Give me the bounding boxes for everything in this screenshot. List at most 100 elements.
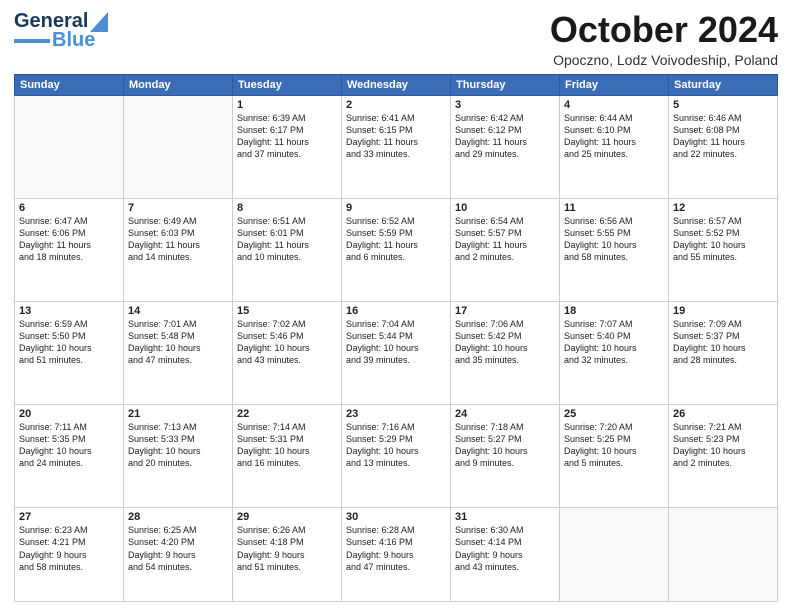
day-info: Sunrise: 6:28 AM Sunset: 4:16 PM Dayligh… (346, 524, 446, 573)
day-info: Sunrise: 7:18 AM Sunset: 5:27 PM Dayligh… (455, 421, 555, 470)
day-number: 4 (564, 99, 664, 111)
calendar-cell: 14Sunrise: 7:01 AM Sunset: 5:48 PM Dayli… (124, 301, 233, 404)
calendar-cell: 9Sunrise: 6:52 AM Sunset: 5:59 PM Daylig… (342, 198, 451, 301)
calendar-cell: 30Sunrise: 6:28 AM Sunset: 4:16 PM Dayli… (342, 508, 451, 602)
calendar-week-row: 20Sunrise: 7:11 AM Sunset: 5:35 PM Dayli… (15, 405, 778, 508)
day-info: Sunrise: 7:06 AM Sunset: 5:42 PM Dayligh… (455, 318, 555, 367)
calendar-cell: 28Sunrise: 6:25 AM Sunset: 4:20 PM Dayli… (124, 508, 233, 602)
calendar-cell: 29Sunrise: 6:26 AM Sunset: 4:18 PM Dayli… (233, 508, 342, 602)
calendar-cell: 10Sunrise: 6:54 AM Sunset: 5:57 PM Dayli… (451, 198, 560, 301)
day-number: 29 (237, 511, 337, 523)
calendar-cell: 16Sunrise: 7:04 AM Sunset: 5:44 PM Dayli… (342, 301, 451, 404)
day-info: Sunrise: 6:47 AM Sunset: 6:06 PM Dayligh… (19, 215, 119, 264)
calendar-cell: 31Sunrise: 6:30 AM Sunset: 4:14 PM Dayli… (451, 508, 560, 602)
calendar-cell: 1Sunrise: 6:39 AM Sunset: 6:17 PM Daylig… (233, 95, 342, 198)
calendar-cell (560, 508, 669, 602)
month-title: October 2024 (550, 10, 778, 50)
day-number: 9 (346, 202, 446, 214)
day-number: 12 (673, 202, 773, 214)
day-number: 18 (564, 305, 664, 317)
calendar-cell: 18Sunrise: 7:07 AM Sunset: 5:40 PM Dayli… (560, 301, 669, 404)
day-info: Sunrise: 6:49 AM Sunset: 6:03 PM Dayligh… (128, 215, 228, 264)
weekday-header-saturday: Saturday (669, 74, 778, 95)
calendar-cell (669, 508, 778, 602)
calendar-cell: 2Sunrise: 6:41 AM Sunset: 6:15 PM Daylig… (342, 95, 451, 198)
day-number: 28 (128, 511, 228, 523)
calendar-cell: 11Sunrise: 6:56 AM Sunset: 5:55 PM Dayli… (560, 198, 669, 301)
calendar-cell: 23Sunrise: 7:16 AM Sunset: 5:29 PM Dayli… (342, 405, 451, 508)
calendar-cell: 7Sunrise: 6:49 AM Sunset: 6:03 PM Daylig… (124, 198, 233, 301)
day-number: 2 (346, 99, 446, 111)
calendar-cell: 21Sunrise: 7:13 AM Sunset: 5:33 PM Dayli… (124, 405, 233, 508)
day-number: 15 (237, 305, 337, 317)
calendar-cell: 8Sunrise: 6:51 AM Sunset: 6:01 PM Daylig… (233, 198, 342, 301)
day-number: 20 (19, 408, 119, 420)
day-info: Sunrise: 7:13 AM Sunset: 5:33 PM Dayligh… (128, 421, 228, 470)
calendar-week-row: 1Sunrise: 6:39 AM Sunset: 6:17 PM Daylig… (15, 95, 778, 198)
day-info: Sunrise: 7:20 AM Sunset: 5:25 PM Dayligh… (564, 421, 664, 470)
day-info: Sunrise: 7:14 AM Sunset: 5:31 PM Dayligh… (237, 421, 337, 470)
calendar-cell (15, 95, 124, 198)
logo: General Blue (14, 10, 110, 52)
day-info: Sunrise: 7:16 AM Sunset: 5:29 PM Dayligh… (346, 421, 446, 470)
day-info: Sunrise: 7:02 AM Sunset: 5:46 PM Dayligh… (237, 318, 337, 367)
weekday-header-monday: Monday (124, 74, 233, 95)
day-info: Sunrise: 6:46 AM Sunset: 6:08 PM Dayligh… (673, 112, 773, 161)
calendar-cell: 4Sunrise: 6:44 AM Sunset: 6:10 PM Daylig… (560, 95, 669, 198)
day-info: Sunrise: 7:21 AM Sunset: 5:23 PM Dayligh… (673, 421, 773, 470)
calendar-cell: 5Sunrise: 6:46 AM Sunset: 6:08 PM Daylig… (669, 95, 778, 198)
day-number: 8 (237, 202, 337, 214)
day-info: Sunrise: 7:04 AM Sunset: 5:44 PM Dayligh… (346, 318, 446, 367)
day-info: Sunrise: 7:09 AM Sunset: 5:37 PM Dayligh… (673, 318, 773, 367)
calendar-cell: 3Sunrise: 6:42 AM Sunset: 6:12 PM Daylig… (451, 95, 560, 198)
weekday-header-friday: Friday (560, 74, 669, 95)
day-number: 30 (346, 511, 446, 523)
calendar-week-row: 27Sunrise: 6:23 AM Sunset: 4:21 PM Dayli… (15, 508, 778, 602)
day-number: 1 (237, 99, 337, 111)
calendar-cell: 27Sunrise: 6:23 AM Sunset: 4:21 PM Dayli… (15, 508, 124, 602)
calendar-cell: 22Sunrise: 7:14 AM Sunset: 5:31 PM Dayli… (233, 405, 342, 508)
day-number: 31 (455, 511, 555, 523)
day-number: 26 (673, 408, 773, 420)
day-number: 24 (455, 408, 555, 420)
day-number: 13 (19, 305, 119, 317)
page: General Blue October 2024 Opoczno, Lodz … (0, 0, 792, 612)
day-number: 27 (19, 511, 119, 523)
day-info: Sunrise: 6:56 AM Sunset: 5:55 PM Dayligh… (564, 215, 664, 264)
day-info: Sunrise: 6:23 AM Sunset: 4:21 PM Dayligh… (19, 524, 119, 573)
day-number: 25 (564, 408, 664, 420)
day-info: Sunrise: 6:52 AM Sunset: 5:59 PM Dayligh… (346, 215, 446, 264)
header: General Blue October 2024 Opoczno, Lodz … (14, 10, 778, 68)
day-number: 19 (673, 305, 773, 317)
day-number: 11 (564, 202, 664, 214)
weekday-header-tuesday: Tuesday (233, 74, 342, 95)
day-info: Sunrise: 7:07 AM Sunset: 5:40 PM Dayligh… (564, 318, 664, 367)
calendar-cell: 20Sunrise: 7:11 AM Sunset: 5:35 PM Dayli… (15, 405, 124, 508)
day-info: Sunrise: 6:30 AM Sunset: 4:14 PM Dayligh… (455, 524, 555, 573)
weekday-header-row: SundayMondayTuesdayWednesdayThursdayFrid… (15, 74, 778, 95)
title-block: October 2024 Opoczno, Lodz Voivodeship, … (550, 10, 778, 68)
day-number: 14 (128, 305, 228, 317)
logo-blue: Blue (52, 29, 95, 52)
calendar-cell: 15Sunrise: 7:02 AM Sunset: 5:46 PM Dayli… (233, 301, 342, 404)
calendar-table: SundayMondayTuesdayWednesdayThursdayFrid… (14, 74, 778, 602)
calendar-cell: 17Sunrise: 7:06 AM Sunset: 5:42 PM Dayli… (451, 301, 560, 404)
calendar-cell (124, 95, 233, 198)
calendar-week-row: 6Sunrise: 6:47 AM Sunset: 6:06 PM Daylig… (15, 198, 778, 301)
day-number: 22 (237, 408, 337, 420)
logo-line-icon (14, 39, 50, 43)
day-info: Sunrise: 6:42 AM Sunset: 6:12 PM Dayligh… (455, 112, 555, 161)
calendar-cell: 12Sunrise: 6:57 AM Sunset: 5:52 PM Dayli… (669, 198, 778, 301)
day-number: 7 (128, 202, 228, 214)
day-number: 6 (19, 202, 119, 214)
day-info: Sunrise: 6:26 AM Sunset: 4:18 PM Dayligh… (237, 524, 337, 573)
calendar-cell: 24Sunrise: 7:18 AM Sunset: 5:27 PM Dayli… (451, 405, 560, 508)
day-number: 10 (455, 202, 555, 214)
weekday-header-thursday: Thursday (451, 74, 560, 95)
weekday-header-wednesday: Wednesday (342, 74, 451, 95)
day-info: Sunrise: 6:44 AM Sunset: 6:10 PM Dayligh… (564, 112, 664, 161)
calendar-cell: 25Sunrise: 7:20 AM Sunset: 5:25 PM Dayli… (560, 405, 669, 508)
day-number: 3 (455, 99, 555, 111)
day-info: Sunrise: 6:59 AM Sunset: 5:50 PM Dayligh… (19, 318, 119, 367)
day-number: 17 (455, 305, 555, 317)
